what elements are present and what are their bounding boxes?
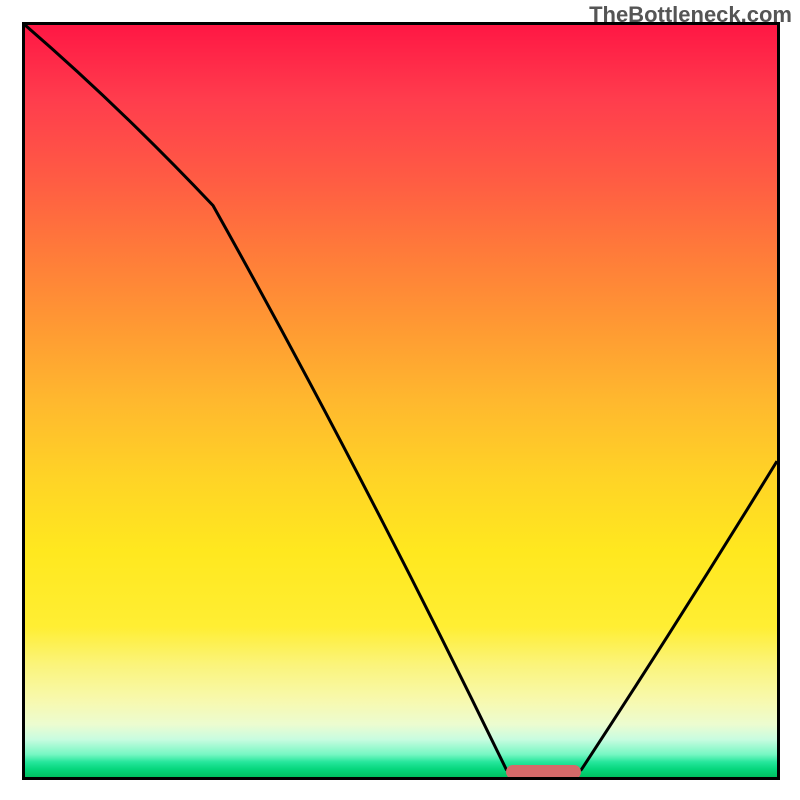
watermark-text: TheBottleneck.com	[589, 2, 792, 28]
plot-area	[22, 22, 780, 780]
optimal-range-marker	[506, 765, 581, 779]
curve-line	[25, 25, 777, 777]
bottleneck-curve	[25, 25, 777, 777]
chart-container: TheBottleneck.com	[0, 0, 800, 800]
